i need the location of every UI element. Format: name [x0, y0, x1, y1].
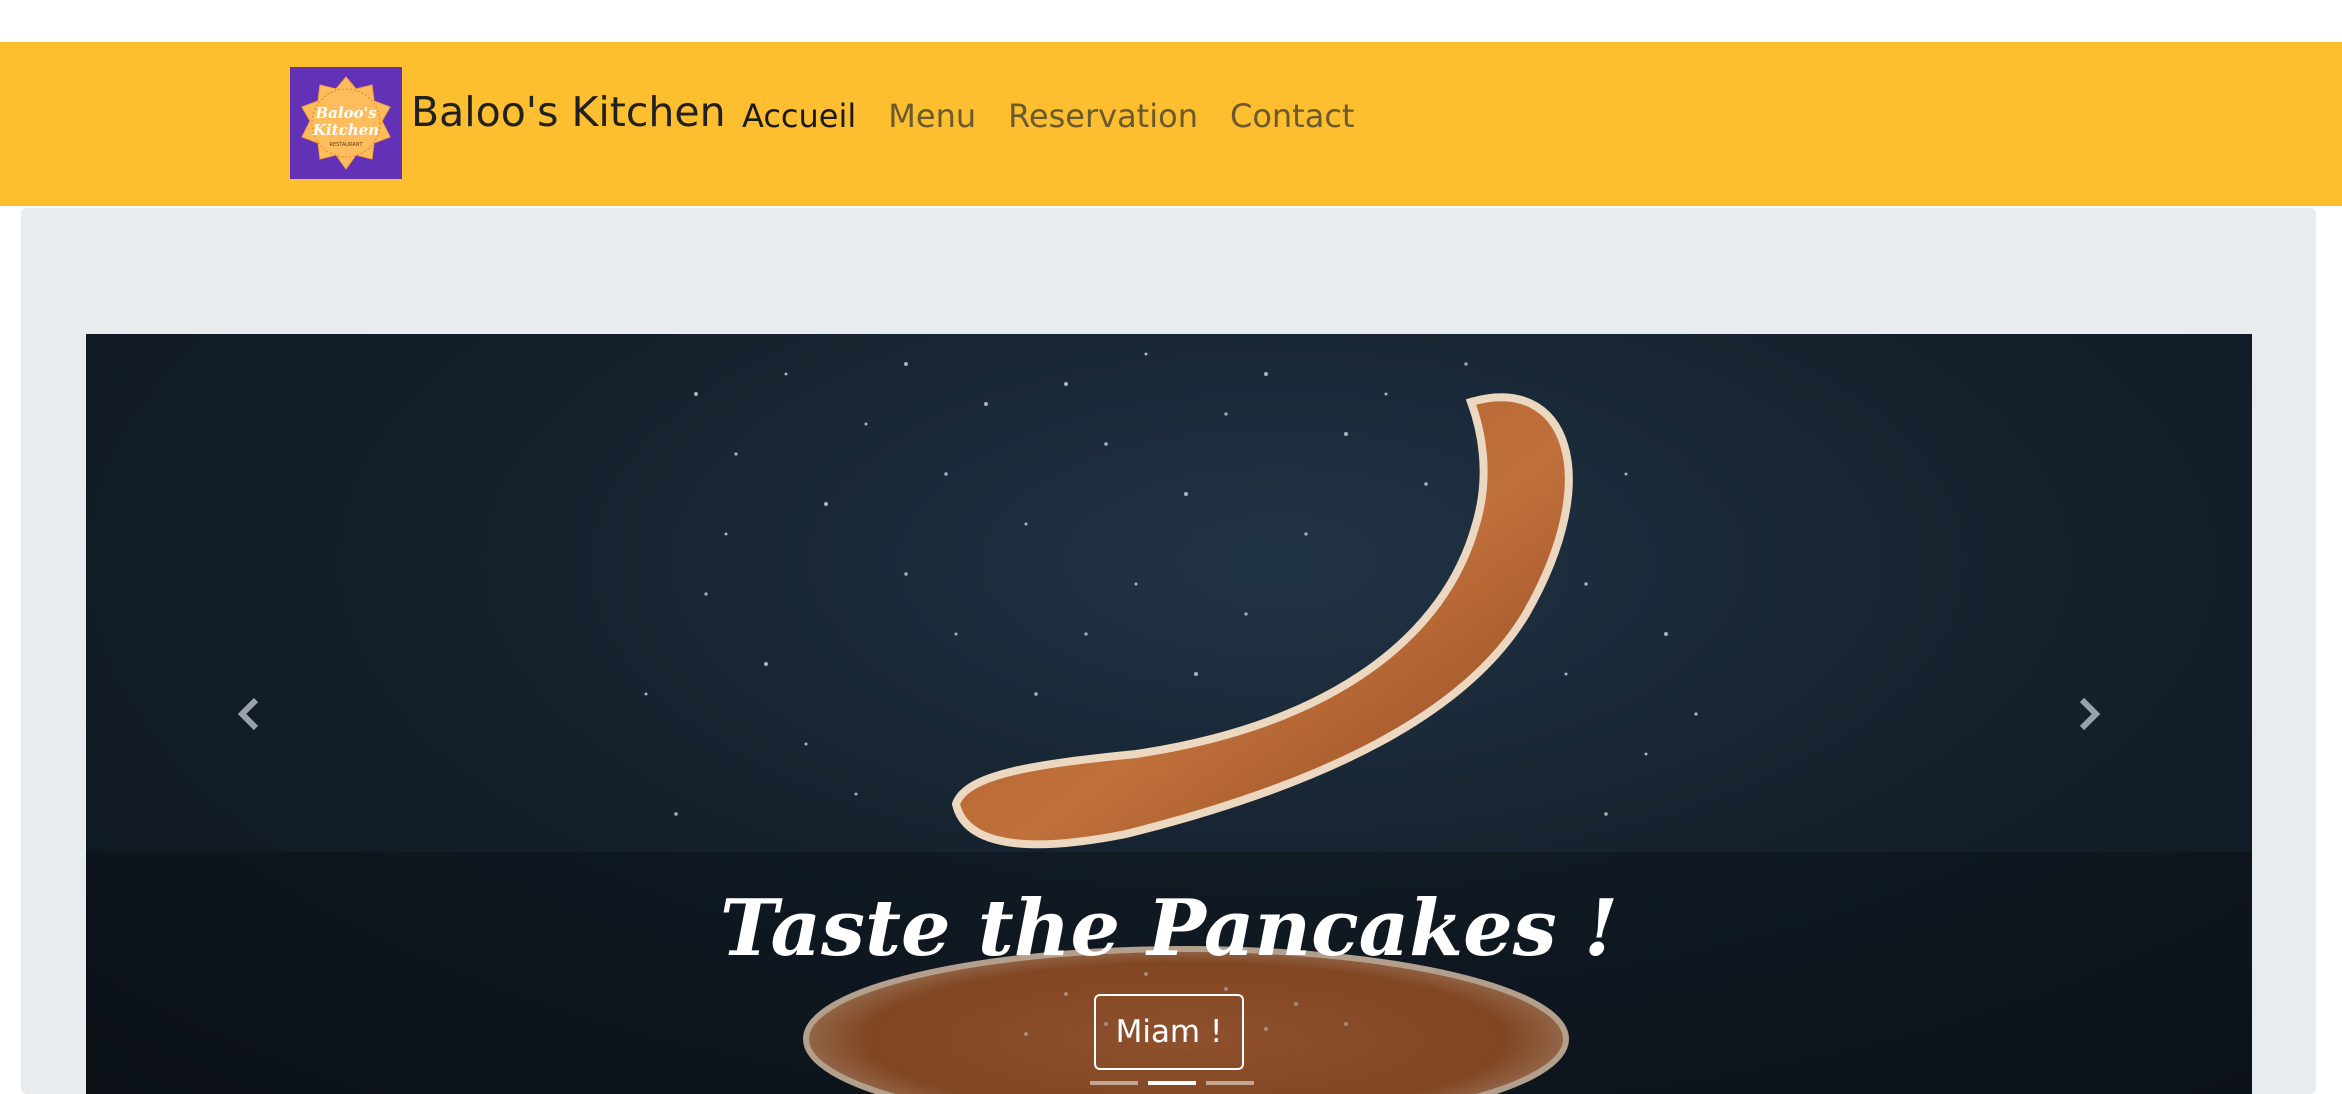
nav-links: Accueil Menu Reservation Contact	[742, 97, 1354, 135]
carousel-prev-button[interactable]	[218, 684, 278, 744]
nav-item-accueil[interactable]: Accueil	[742, 97, 856, 135]
logo-badge-icon: Baloo's Kitchen RESTAURANT	[301, 76, 391, 170]
chevron-right-icon	[2079, 697, 2101, 731]
logo-text-line1: Baloo's	[314, 104, 377, 122]
carousel-indicator-1[interactable]	[1090, 1081, 1138, 1085]
carousel-next-button[interactable]	[2060, 684, 2120, 744]
nav-item-menu[interactable]: Menu	[888, 97, 976, 135]
carousel-indicators	[1090, 1081, 1254, 1085]
carousel-title: Taste the Pancakes !	[719, 883, 1619, 974]
brand-logo[interactable]: Baloo's Kitchen RESTAURANT	[290, 67, 402, 179]
nav-item-contact[interactable]: Contact	[1230, 97, 1355, 135]
logo-text-line2: Kitchen	[312, 121, 379, 139]
brand-name[interactable]: Baloo's Kitchen	[411, 92, 726, 133]
carousel-indicator-2[interactable]	[1148, 1081, 1196, 1085]
chevron-left-icon	[237, 697, 259, 731]
hero-carousel: Taste the Pancakes ! Miam !	[86, 334, 2252, 1094]
carousel-indicator-3[interactable]	[1206, 1081, 1254, 1085]
carousel-cta-button[interactable]: Miam !	[1094, 994, 1244, 1070]
nav-item-reservation[interactable]: Reservation	[1008, 97, 1198, 135]
logo-subtext: RESTAURANT	[329, 142, 363, 148]
navbar: Baloo's Kitchen RESTAURANT Baloo's Kitch…	[0, 42, 2342, 206]
